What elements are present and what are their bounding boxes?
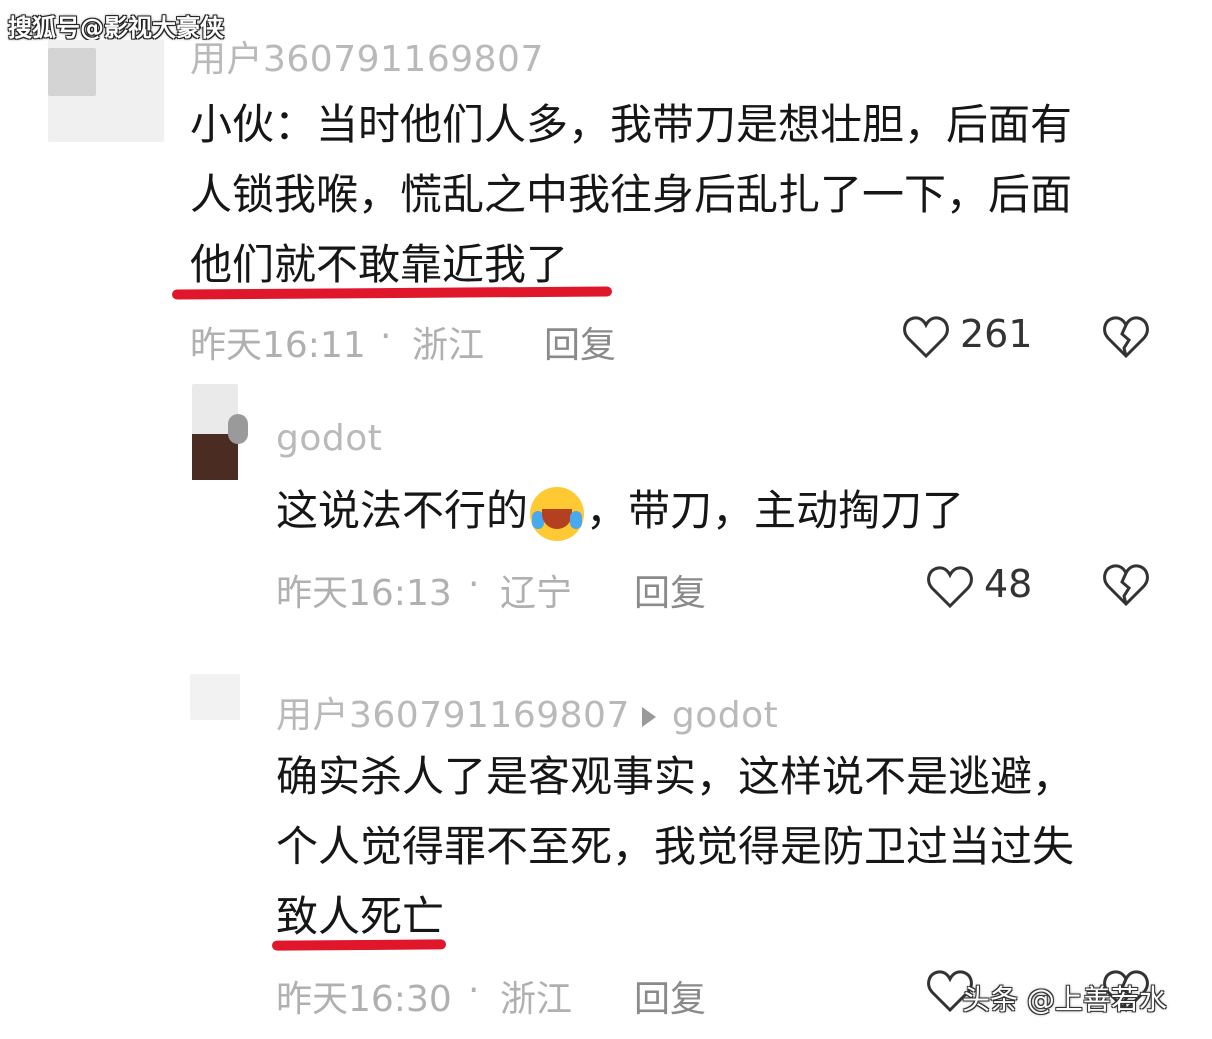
meta-separator: · <box>468 970 480 1011</box>
comment-text-line: 个人觉得罪不至死，我觉得是防卫过当过失 <box>276 822 1075 871</box>
comment-time: 昨天16:11 <box>190 325 366 366</box>
rolling-laughing-emoji-icon <box>530 486 585 541</box>
dislike-button[interactable] <box>1102 562 1152 610</box>
comment-location: 浙江 <box>500 979 573 1020</box>
comment-time: 昨天16:30 <box>276 979 452 1020</box>
meta-separator: · <box>468 564 480 605</box>
like-count: 48 <box>984 562 1033 606</box>
comment-text-before-emoji: 这说法不行的 <box>276 486 529 535</box>
comment-text-after-emoji: ，带刀，主动掏刀了 <box>586 486 965 535</box>
comment-username[interactable]: godot <box>276 418 382 459</box>
meta-separator: · <box>380 316 392 357</box>
dislike-button[interactable] <box>1102 314 1152 362</box>
watermark-bottom: 头条 @上善若水 <box>962 983 1167 1016</box>
reply-button[interactable]: 回复 <box>634 564 706 616</box>
reply-button[interactable]: 回复 <box>634 970 706 1022</box>
broken-heart-icon <box>1103 564 1149 607</box>
avatar[interactable] <box>190 674 240 720</box>
comment-text: 这说法不行的 ，带刀，主动掏刀了 <box>276 476 964 546</box>
reply-arrow-icon <box>641 707 656 727</box>
like-button[interactable]: 48 <box>926 562 1036 612</box>
reply-to-username[interactable]: godot <box>672 695 778 736</box>
avatar-ring <box>228 414 248 444</box>
comment-time: 昨天16:13 <box>276 573 452 614</box>
red-underline-annotation <box>271 939 447 951</box>
comment-username[interactable]: 用户360791169807 <box>276 695 630 736</box>
like-button[interactable]: 261 <box>902 312 1042 362</box>
comment-text-line: 确实杀人了是客观事实，这样说不是逃避， <box>276 752 1075 801</box>
heart-outline-icon <box>903 316 949 359</box>
comment-username-row: 用户360791169807 godot <box>276 686 778 738</box>
heart-outline-icon <box>927 566 973 609</box>
broken-heart-icon <box>1103 316 1149 359</box>
avatar-blur-block <box>48 48 96 96</box>
comment-username[interactable]: 用户360791169807 <box>190 30 544 82</box>
comment-location: 辽宁 <box>500 573 573 614</box>
comment-location: 浙江 <box>412 325 485 366</box>
reply-button[interactable]: 回复 <box>544 316 616 368</box>
comment-text-line: 人锁我喉，慌乱之中我往身后乱扎了一下，后面 <box>190 170 1073 219</box>
comment-text-line: 小伙：当时他们人多，我带刀是想壮胆，后面有 <box>190 100 1073 149</box>
like-count: 261 <box>960 312 1033 356</box>
